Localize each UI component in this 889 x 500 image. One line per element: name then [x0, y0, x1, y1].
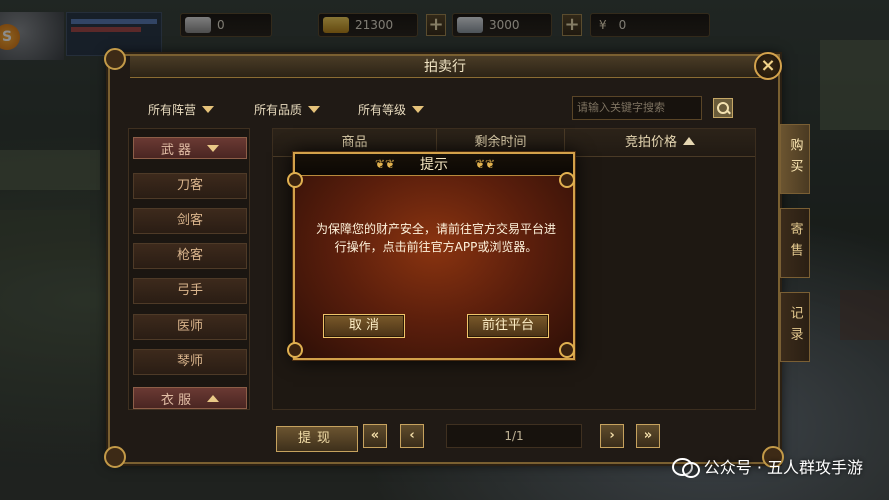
dialog-corner-ornament	[287, 342, 303, 358]
panel-title: 拍卖行	[130, 56, 760, 78]
level-filter-label: 所有等级	[358, 102, 407, 117]
column-header-price[interactable]: 竞拍价格	[565, 129, 755, 157]
last-page-button[interactable]: »	[636, 424, 660, 448]
camp-filter-label: 所有阵营	[148, 102, 197, 117]
chevron-down-icon	[412, 105, 425, 113]
withdraw-button[interactable]: 提现	[276, 426, 358, 452]
tab-records[interactable]: 记录	[780, 292, 810, 362]
tab-buy[interactable]: 购买	[780, 124, 810, 194]
prev-page-button[interactable]: ‹	[400, 424, 424, 448]
chevron-down-icon	[308, 105, 321, 113]
prompt-dialog: 提示 ❦❦ ❦❦ 为保障您的财产安全，请前往官方交易平台进行操作，点击前往官方A…	[287, 152, 575, 360]
cancel-button[interactable]: 取 消	[323, 314, 405, 338]
category-list: 武 器 刀客 剑客 枪客 弓手 医师 琴师 衣 服	[128, 128, 250, 410]
wechat-icon	[671, 456, 700, 478]
cloud-ornament-icon: ❦❦	[374, 157, 396, 171]
watermark-text: 公众号 · 五人群攻手游	[703, 458, 863, 477]
wechat-watermark: 公众号 · 五人群攻手游	[671, 454, 863, 478]
cloud-ornament-icon: ❦❦	[474, 157, 496, 171]
chevron-down-icon	[207, 144, 220, 152]
column-header-price-label: 竞拍价格	[624, 135, 677, 150]
first-page-button[interactable]: «	[363, 424, 387, 448]
category-header-label: 武 器	[160, 142, 192, 158]
tab-consign[interactable]: 寄售	[780, 208, 810, 278]
chevron-up-icon	[207, 394, 220, 402]
level-filter-dropdown[interactable]: 所有等级	[358, 99, 425, 119]
dialog-title: 提示	[295, 154, 573, 176]
panel-corner-ornament	[104, 446, 126, 468]
search-input[interactable]: 请输入关键字搜索	[572, 96, 702, 120]
dialog-corner-ornament	[559, 342, 575, 358]
dialog-corner-ornament	[287, 172, 303, 188]
category-clothing-header[interactable]: 衣 服	[133, 387, 247, 409]
quality-filter-label: 所有品质	[254, 102, 303, 117]
next-page-button[interactable]: ›	[600, 424, 624, 448]
goto-platform-button[interactable]: 前往平台	[467, 314, 549, 338]
dialog-message: 为保障您的财产安全，请前往官方交易平台进行操作，点击前往官方APP或浏览器。	[315, 222, 556, 254]
camp-filter-dropdown[interactable]: 所有阵营	[148, 99, 215, 119]
category-item[interactable]: 弓手	[133, 278, 247, 304]
category-weapon-header[interactable]: 武 器	[133, 137, 247, 159]
panel-corner-ornament	[104, 48, 126, 70]
dialog-corner-ornament	[559, 172, 575, 188]
close-button[interactable]: ×	[754, 52, 782, 80]
category-item[interactable]: 剑客	[133, 208, 247, 234]
category-header-label: 衣 服	[160, 392, 192, 408]
page-indicator: 1/1	[446, 424, 582, 448]
category-item[interactable]: 刀客	[133, 173, 247, 199]
quality-filter-dropdown[interactable]: 所有品质	[254, 99, 321, 119]
chevron-down-icon	[202, 105, 215, 113]
category-item[interactable]: 医师	[133, 314, 247, 340]
search-button[interactable]	[713, 98, 733, 118]
category-item[interactable]: 琴师	[133, 349, 247, 375]
dialog-title-text: 提示	[420, 157, 448, 173]
sort-ascending-icon	[683, 137, 695, 145]
category-item[interactable]: 枪客	[133, 243, 247, 269]
